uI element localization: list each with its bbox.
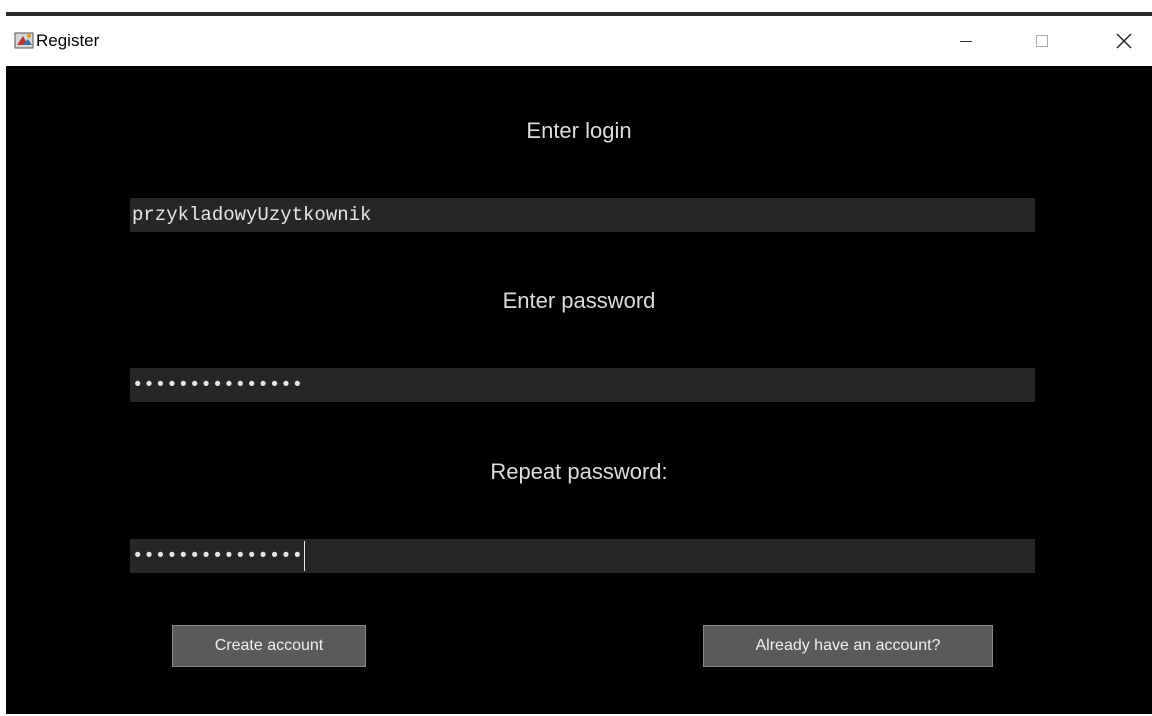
repeat-password-input[interactable]: •••••••••••••••: [130, 539, 1035, 573]
create-account-button[interactable]: Create account: [172, 625, 366, 667]
java-app-icon: [14, 32, 34, 49]
login-label: Enter login: [526, 118, 632, 143]
password-input[interactable]: •••••••••••••••: [130, 368, 1035, 402]
title-bar[interactable]: Register: [6, 16, 1152, 66]
minimize-button[interactable]: [936, 16, 996, 66]
register-form: Enter login przykladowyUzytkownik Enter …: [6, 66, 1152, 714]
repeat-password-label: Repeat password:: [490, 459, 668, 484]
register-window: Register Enter login przykladowyUzytkown…: [6, 12, 1152, 714]
login-input[interactable]: przykladowyUzytkownik: [130, 198, 1035, 232]
repeat-password-input-value: •••••••••••••••: [132, 545, 304, 567]
text-caret: [304, 540, 306, 571]
window-title: Register: [36, 31, 100, 50]
minimize-icon: [960, 41, 972, 42]
close-icon: [1116, 33, 1132, 49]
maximize-button[interactable]: [1012, 16, 1072, 66]
password-input-value: •••••••••••••••: [132, 374, 304, 396]
login-input-value: przykladowyUzytkownik: [132, 204, 372, 226]
already-have-account-button[interactable]: Already have an account?: [703, 625, 993, 667]
password-label: Enter password: [502, 288, 656, 313]
maximize-icon: [1036, 35, 1048, 47]
close-button[interactable]: [1094, 16, 1152, 66]
